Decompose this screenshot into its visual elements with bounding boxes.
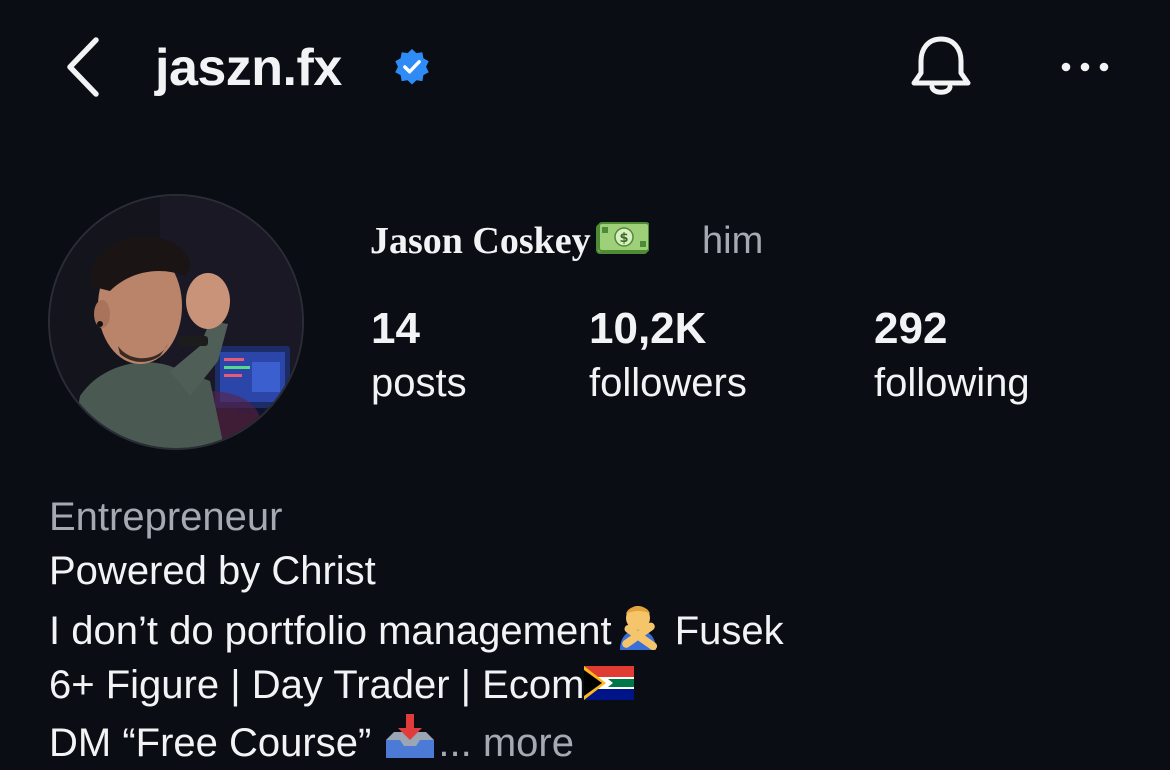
bio-line-4: DM “Free Course” ... more [49, 712, 784, 770]
followers-count: 10,2K [589, 304, 707, 353]
bio-more-link[interactable]: more [483, 721, 574, 765]
more-horizontal-icon [1061, 62, 1109, 72]
more-options-button[interactable] [1058, 50, 1114, 80]
money-bill-icon: $ [595, 222, 649, 254]
back-button[interactable] [60, 34, 110, 100]
inbox-tray-icon [386, 714, 435, 758]
top-bar: jaszn.fx [0, 0, 1170, 140]
south-africa-flag-icon [584, 666, 635, 700]
following-label: following [874, 361, 1030, 405]
display-name-text: Jason Coskey [370, 220, 591, 262]
display-name: Jason Coskey $ [370, 218, 649, 264]
posts-count: 14 [371, 304, 420, 353]
person-gesturing-no-icon [619, 606, 657, 650]
profile-bio: Entrepreneur Powered by Christ I don’t d… [49, 490, 784, 770]
bio-line-2-text: I don’t do portfolio management [49, 609, 612, 653]
bio-line-1: Powered by Christ [49, 549, 376, 593]
chevron-left-icon [67, 37, 99, 97]
followers-label: followers [589, 361, 747, 405]
bell-icon [911, 36, 971, 95]
bio-line-2-suffix: Fusek [663, 609, 784, 653]
pronouns: him [702, 220, 764, 262]
bio-line-2: I don’t do portfolio management Fusek [49, 598, 784, 658]
avatar[interactable] [48, 194, 304, 450]
bio-line-4-text: DM “Free Course” [49, 721, 383, 765]
profile-username: jaszn.fx [155, 39, 342, 97]
profile-category: Entrepreneur [49, 495, 283, 539]
svg-text:$: $ [619, 231, 628, 246]
posts-label: posts [371, 361, 467, 405]
posts-stat[interactable]: 14 posts [371, 305, 467, 407]
followers-stat[interactable]: 10,2K followers [589, 305, 747, 407]
notifications-button[interactable] [908, 33, 974, 101]
verified-badge-icon [395, 48, 429, 85]
bio-line-3: 6+ Figure | Day Trader | Ecom [49, 658, 784, 712]
bio-ellipsis: ... [438, 721, 472, 765]
bio-line-3-text: 6+ Figure | Day Trader | Ecom [49, 663, 585, 707]
profile-photo [50, 196, 302, 448]
following-stat[interactable]: 292 following [874, 305, 1030, 407]
following-count: 292 [874, 304, 948, 353]
